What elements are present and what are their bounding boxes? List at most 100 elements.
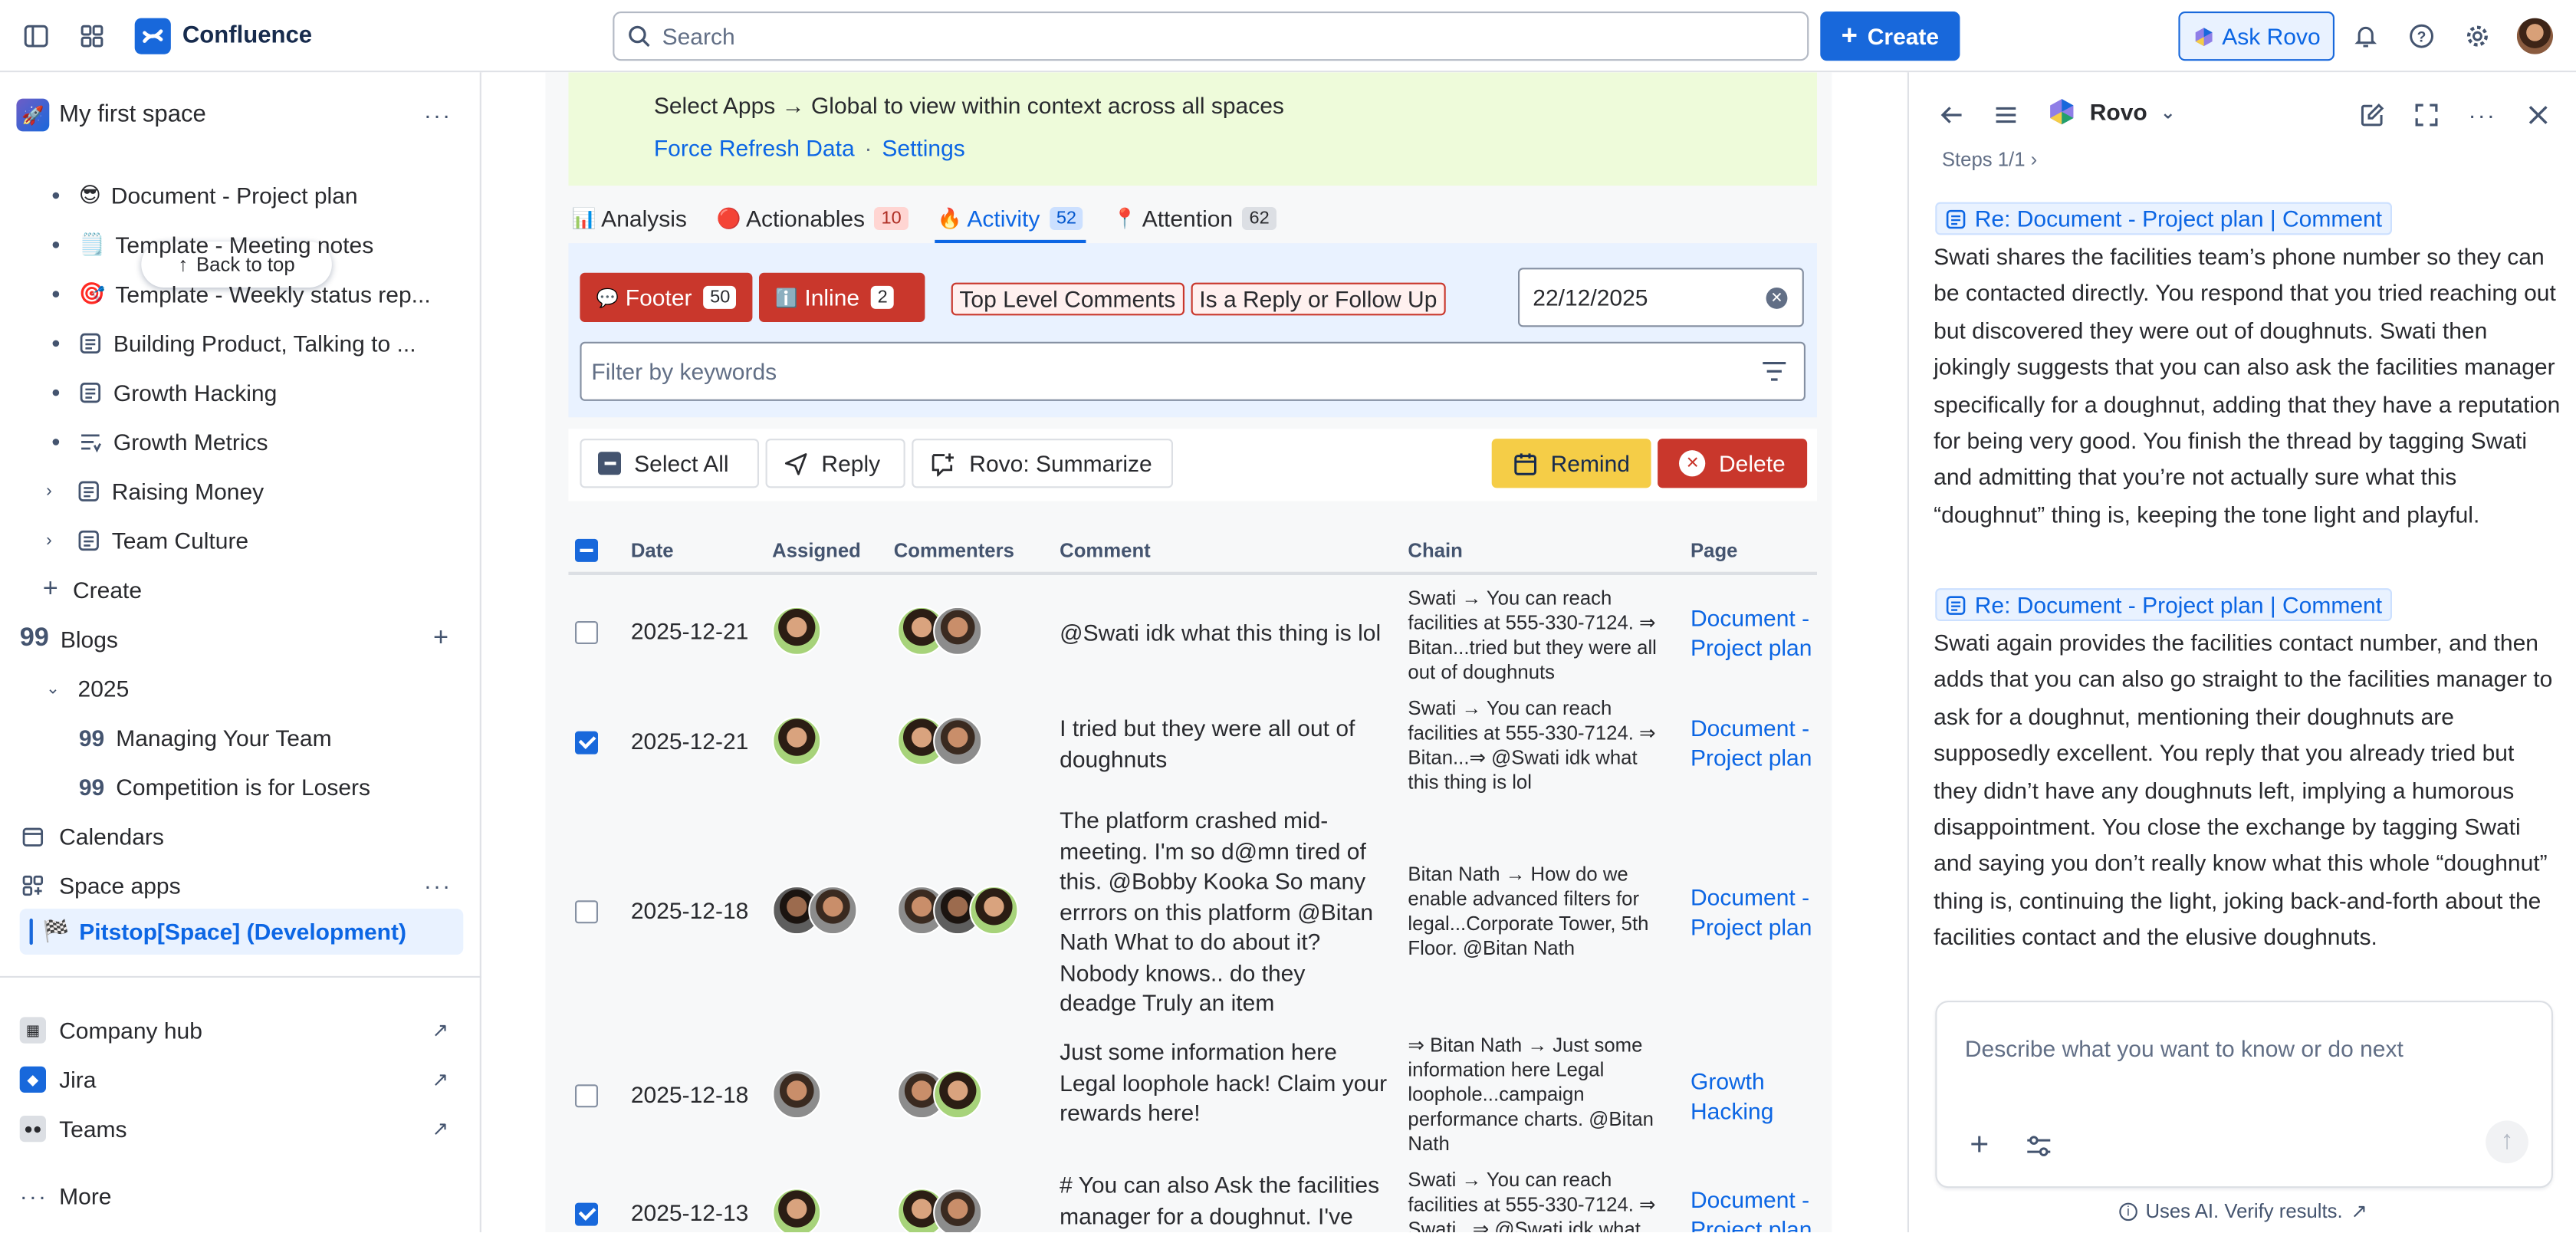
column-header-chain[interactable]: Chain <box>1408 539 1462 562</box>
table-row[interactable]: 2025-12-18 The platform crashed mid-meet… <box>568 798 1817 1025</box>
source-reference-link[interactable]: Re: Document - Project plan | Comment <box>1935 202 2392 235</box>
commenter-avatar[interactable] <box>933 1188 983 1233</box>
help-icon[interactable]: ? <box>2399 13 2445 59</box>
row-checkbox[interactable] <box>575 731 598 755</box>
chevron-down-icon[interactable]: ⌄ <box>46 679 60 698</box>
sidebar-page-building-product[interactable]: Building Product, Talking to ... <box>0 321 481 367</box>
back-arrow-icon[interactable] <box>1929 92 1975 138</box>
menu-lines-icon[interactable] <box>1983 92 2029 138</box>
sidebar-page-meeting-notes[interactable]: 🗒️ Template - Meeting notes <box>0 222 481 268</box>
table-row[interactable]: 2025-12-18 Just some information here Le… <box>568 1025 1817 1166</box>
source-reference-link[interactable]: Re: Document - Project plan | Comment <box>1935 588 2392 621</box>
chevron-right-icon[interactable]: › <box>46 531 59 551</box>
more-options-icon[interactable]: ··· <box>2459 92 2505 138</box>
space-more-icon[interactable]: ··· <box>424 102 452 128</box>
row-checkbox[interactable] <box>575 900 598 924</box>
column-header-comment[interactable]: Comment <box>1060 539 1151 562</box>
select-all-button[interactable]: Select All <box>580 439 759 488</box>
remind-button[interactable]: Remind <box>1491 439 1651 488</box>
rovo-summarize-button[interactable]: Rovo: Summarize <box>912 439 1173 488</box>
expand-fullscreen-icon[interactable] <box>2404 92 2450 138</box>
sidebar-calendars[interactable]: Calendars <box>0 814 481 860</box>
sidebar-toggle-icon[interactable] <box>13 13 59 59</box>
add-blog-plus-icon[interactable]: + <box>433 624 449 654</box>
commenter-avatar[interactable] <box>969 886 1019 935</box>
row-checkbox[interactable] <box>575 1202 598 1226</box>
tab-actionables[interactable]: 🔴 Actionables 10 <box>713 199 911 238</box>
app-switcher-icon[interactable] <box>69 13 115 59</box>
select-all-checkbox[interactable] <box>575 538 598 562</box>
ask-rovo-button[interactable]: Ask Rovo <box>2178 12 2334 61</box>
space-apps-more-icon[interactable]: ··· <box>424 873 452 899</box>
reply-followup-toggle[interactable]: Is a Reply or Follow Up <box>1191 282 1446 316</box>
commenter-avatar[interactable] <box>933 716 983 766</box>
create-button[interactable]: + Create <box>1820 12 1960 61</box>
row-page-link[interactable]: Document - Project plan <box>1691 1185 1822 1232</box>
column-header-date[interactable]: Date <box>631 539 674 562</box>
sidebar-page-project-plan[interactable]: 😎 Document - Project plan <box>0 173 481 219</box>
delete-button[interactable]: ✕ Delete <box>1658 439 1808 488</box>
sidebar-link-jira[interactable]: ◆ Jira ↗ <box>0 1057 481 1103</box>
force-refresh-link[interactable]: Force Refresh Data <box>654 135 855 161</box>
confluence-home-link[interactable]: Confluence <box>134 18 312 54</box>
global-search-field[interactable]: Search <box>613 12 1809 61</box>
table-row[interactable]: 2025-12-21 I tried but they were all out… <box>568 689 1817 799</box>
row-checkbox[interactable] <box>575 1084 598 1108</box>
keyword-filter-input[interactable]: Filter by keywords <box>580 341 1806 401</box>
add-attachment-plus-icon[interactable]: + <box>1970 1129 1989 1162</box>
table-row[interactable]: 2025-12-21 @Swati idk what this thing is… <box>568 578 1817 689</box>
assignee-avatar[interactable] <box>772 606 822 656</box>
rovo-steps-indicator[interactable]: Steps 1/1 › <box>1942 148 2037 171</box>
column-header-commenters[interactable]: Commenters <box>894 539 1014 562</box>
sidebar-blog-post[interactable]: 99 Managing Your Team <box>0 715 481 761</box>
row-checkbox[interactable] <box>575 621 598 644</box>
tab-attention[interactable]: 📍 Attention 62 <box>1109 199 1280 238</box>
top-level-comments-toggle[interactable]: Top Level Comments <box>951 282 1184 316</box>
assignee-avatar[interactable] <box>772 1188 822 1233</box>
send-arrow-icon[interactable]: ↑ <box>2486 1120 2528 1164</box>
sidebar-link-company-hub[interactable]: ▦ Company hub ↗ <box>0 1008 481 1054</box>
sidebar-page-raising-money[interactable]: › Raising Money <box>0 469 481 515</box>
space-header[interactable]: 🚀 My first space ··· <box>0 92 481 138</box>
chevron-right-icon[interactable]: › <box>46 482 59 501</box>
assignee-avatar[interactable] <box>772 716 822 766</box>
tab-analysis[interactable]: 📊 Analysis <box>568 199 690 238</box>
row-page-link[interactable]: Document - Project plan <box>1691 883 1822 942</box>
notifications-bell-icon[interactable] <box>2343 13 2389 59</box>
commenter-avatar[interactable] <box>933 1070 983 1120</box>
column-header-assigned[interactable]: Assigned <box>772 539 861 562</box>
column-header-page[interactable]: Page <box>1691 539 1737 562</box>
clear-date-icon[interactable]: ✕ <box>1766 288 1788 309</box>
sidebar-page-weekly-status[interactable]: 🎯 Template - Weekly status rep... <box>0 271 481 317</box>
tab-activity[interactable]: 🔥 Activity 52 <box>934 199 1086 244</box>
assignee-avatar[interactable] <box>808 886 858 935</box>
sidebar-page-growth-hacking[interactable]: Growth Hacking <box>0 370 481 416</box>
external-link-icon[interactable]: ↗ <box>2351 1199 2367 1222</box>
sidebar-blogs[interactable]: 99 Blogs + <box>0 616 481 663</box>
row-page-link[interactable]: Document - Project plan <box>1691 713 1822 772</box>
close-icon[interactable] <box>2515 92 2561 138</box>
settings-link[interactable]: Settings <box>882 135 964 161</box>
sidebar-more[interactable]: ··· More <box>0 1173 481 1219</box>
tune-settings-icon[interactable] <box>2026 1136 2052 1159</box>
sidebar-link-teams[interactable]: ●● Teams ↗ <box>0 1106 481 1152</box>
rovo-prompt-input[interactable]: Describe what you want to know or do nex… <box>1935 1001 2553 1189</box>
inline-filter-button[interactable]: ℹ️ Inline 2 <box>758 272 925 322</box>
commenter-avatar[interactable] <box>933 606 983 656</box>
sidebar-app-pitstop[interactable]: 🏁 Pitstop[Space] (Development) <box>0 909 481 955</box>
rovo-agent-selector[interactable]: Rovo ⌄ <box>2047 97 2176 127</box>
sidebar-page-team-culture[interactable]: › Team Culture <box>0 518 481 564</box>
settings-gear-icon[interactable] <box>2454 13 2500 59</box>
footer-filter-button[interactable]: 💬 Footer 50 <box>580 272 753 322</box>
date-filter-field[interactable]: 22/12/2025 ✕ <box>1517 268 1804 327</box>
assignee-avatar[interactable] <box>772 1070 822 1120</box>
reply-button[interactable]: Reply <box>765 439 905 488</box>
new-chat-edit-icon[interactable] <box>2349 92 2395 138</box>
filter-lines-icon[interactable] <box>1761 360 1787 383</box>
user-avatar[interactable] <box>2516 18 2553 54</box>
table-row[interactable]: 2025-12-13 # You can also Ask the facili… <box>568 1166 1817 1233</box>
sidebar-page-growth-metrics[interactable]: Growth Metrics <box>0 419 481 465</box>
sidebar-create-page[interactable]: + Create <box>0 567 481 613</box>
row-page-link[interactable]: Document - Project plan <box>1691 603 1822 662</box>
sidebar-space-apps[interactable]: Space apps ··· <box>0 863 481 909</box>
